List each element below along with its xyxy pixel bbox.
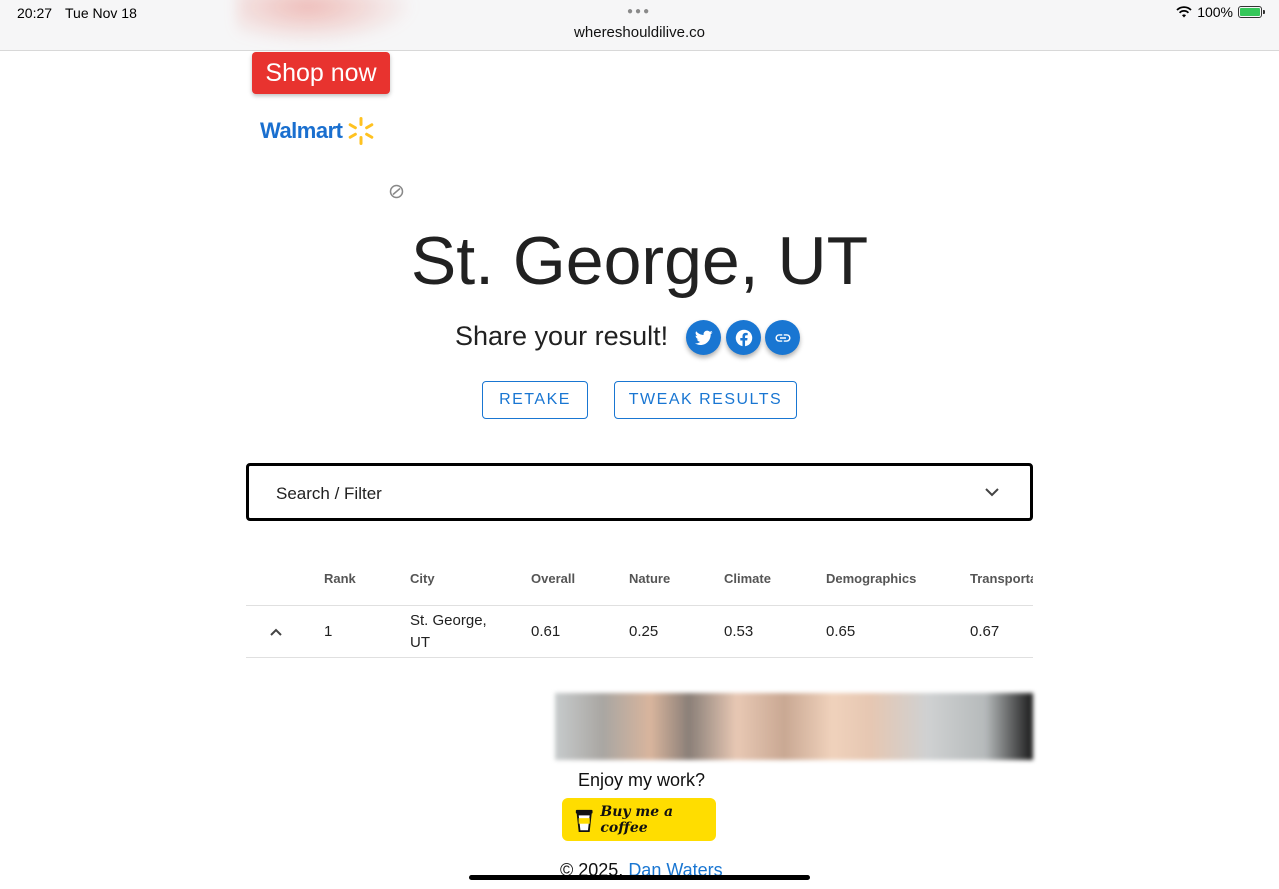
header-city[interactable]: City [410, 571, 435, 586]
status-time: 20:27 [17, 5, 53, 21]
cell-overall: 0.61 [531, 623, 561, 640]
header-rank[interactable]: Rank [324, 571, 356, 586]
results-table: Rank City Overall Nature Climate Demogra… [246, 560, 1033, 658]
battery-percent: 100% [1197, 4, 1233, 20]
status-indicators: 100% [1176, 4, 1265, 20]
search-filter-dropdown[interactable]: Search / Filter [246, 463, 1033, 521]
table-divider [246, 605, 1033, 606]
cell-climate: 0.53 [724, 623, 754, 640]
header-overall[interactable]: Overall [531, 571, 575, 586]
cell-city-line1: St. George, [410, 612, 487, 629]
walmart-wordmark: Walmart [260, 118, 343, 143]
status-date: Tue Nov 18 [65, 5, 137, 21]
share-twitter-button[interactable] [686, 320, 721, 355]
home-indicator[interactable] [469, 875, 810, 880]
cell-transportation: 0.67 [970, 623, 1000, 640]
header-transportation[interactable]: Transportation [970, 571, 1033, 586]
cell-demographics: 0.65 [826, 623, 856, 640]
address-bar-url[interactable]: whereshouldilive.co [0, 24, 1279, 41]
enjoy-text: Enjoy my work? [578, 770, 706, 790]
cell-city-line2: UT [410, 634, 430, 651]
table-divider [246, 657, 1033, 658]
battery-icon [1238, 6, 1265, 18]
chevron-up-icon[interactable] [268, 624, 284, 640]
spark-icon [349, 117, 374, 145]
link-icon [775, 333, 790, 342]
cell-rank: 1 [324, 623, 333, 640]
browser-status-bar: 20:27 Tue Nov 18 ●●● whereshouldilive.co… [0, 0, 1279, 51]
shop-now-button[interactable]: Shop now [252, 52, 390, 94]
ad-image-blur [236, 0, 416, 45]
cell-nature: 0.25 [629, 623, 659, 640]
retake-button[interactable]: RETAKE [482, 381, 588, 419]
buy-me-a-coffee-button[interactable]: Buy me a coffee [562, 798, 716, 841]
facebook-icon [735, 329, 752, 347]
share-link-button[interactable] [765, 320, 800, 355]
tweak-results-button[interactable]: TWEAK RESULTS [614, 381, 797, 419]
more-dots-icon[interactable]: ●●● [627, 6, 651, 17]
header-nature[interactable]: Nature [629, 571, 670, 586]
coffee-label: Buy me a coffee [600, 803, 674, 836]
ad-photo[interactable] [555, 693, 1033, 760]
coffee-cup-icon [575, 809, 593, 832]
ad-choices-icon[interactable] [389, 184, 404, 199]
share-label: Share your result! [455, 321, 669, 351]
share-facebook-button[interactable] [726, 320, 761, 355]
search-filter-label: Search / Filter [276, 484, 382, 503]
header-climate[interactable]: Climate [724, 571, 771, 586]
walmart-logo[interactable]: Walmart [260, 116, 376, 146]
result-city-title: St. George, UT [410, 223, 869, 299]
header-demographics[interactable]: Demographics [826, 571, 916, 586]
wifi-icon [1176, 6, 1192, 18]
chevron-down-icon [985, 488, 999, 497]
twitter-icon [694, 330, 713, 345]
